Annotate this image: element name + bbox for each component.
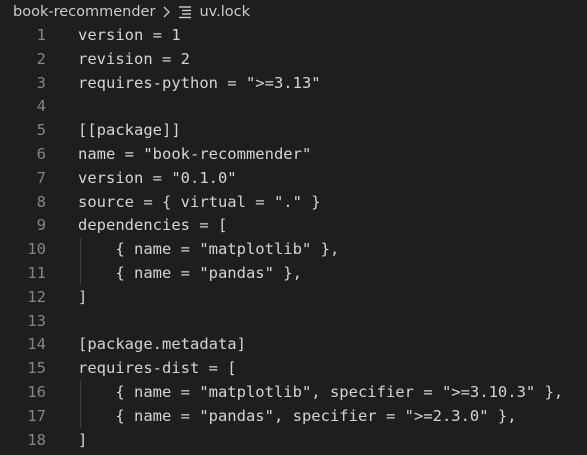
code-line[interactable]: 6 name = "book-recommender" <box>0 143 587 167</box>
code-line[interactable]: 14 [package.metadata] <box>0 333 587 357</box>
code-line[interactable]: 11 { name = "pandas" }, <box>0 262 587 286</box>
line-number: 7 <box>36 168 46 187</box>
line-number: 1 <box>36 26 46 44</box>
code-line[interactable]: 10 { name = "matplotlib" }, <box>0 238 587 262</box>
line-text[interactable]: requires-python = ">=3.13" <box>78 72 321 96</box>
line-number: 11 <box>27 263 46 282</box>
line-number: 8 <box>36 192 46 211</box>
line-text[interactable]: version = "0.1.0" <box>78 167 237 191</box>
line-number: 5 <box>36 121 46 140</box>
line-number: 13 <box>27 311 46 330</box>
code-line[interactable]: 4 <box>0 95 587 119</box>
line-number: 4 <box>36 97 46 116</box>
line-number: 2 <box>36 49 46 68</box>
line-text[interactable]: requires-dist = [ <box>78 357 237 381</box>
line-text[interactable]: [package.metadata] <box>78 333 246 357</box>
code-line[interactable]: 18] <box>0 429 587 453</box>
line-number: 15 <box>27 359 46 378</box>
line-text[interactable]: dependencies = [ <box>78 214 227 238</box>
code-line[interactable]: 5 [[package]] <box>0 119 587 143</box>
line-number: 18 <box>27 430 46 449</box>
line-text[interactable]: source = { virtual = "." } <box>78 191 321 215</box>
line-text[interactable]: [[package]] <box>78 119 181 143</box>
line-number: 6 <box>36 144 46 163</box>
line-text[interactable]: name = "book-recommender" <box>78 143 311 167</box>
code-line[interactable]: 3 requires-python = ">=3.13" <box>0 72 587 96</box>
code-line[interactable]: 15 requires-dist = [ <box>0 357 587 381</box>
code-line[interactable]: 16 { name = "matplotlib", specifier = ">… <box>0 381 587 405</box>
line-text[interactable]: version = 1 <box>78 24 181 48</box>
chevron-right-icon <box>163 6 171 18</box>
list-lines-icon <box>179 6 192 19</box>
line-number: 12 <box>27 287 46 306</box>
line-text[interactable]: { name = "matplotlib" }, <box>78 238 339 262</box>
line-number: 9 <box>36 216 46 235</box>
code-line[interactable]: 9 dependencies = [ <box>0 214 587 238</box>
line-text[interactable]: ] <box>78 286 87 310</box>
breadcrumb-file[interactable]: uv.lock <box>199 4 250 20</box>
code-line[interactable]: 1 version = 1 <box>0 24 587 48</box>
breadcrumb-folder[interactable]: book-recommender <box>13 4 155 20</box>
code-line[interactable]: 13 <box>0 310 587 334</box>
line-text[interactable]: { name = "pandas" }, <box>78 262 302 286</box>
breadcrumb: book-recommender uv.lock <box>0 0 587 24</box>
line-number: 3 <box>36 73 46 92</box>
code-line[interactable]: 2 revision = 2 <box>0 48 587 72</box>
code-line[interactable]: 17 { name = "pandas", specifier = ">=2.3… <box>0 405 587 429</box>
line-number: 16 <box>27 382 46 401</box>
code-line[interactable]: 7 version = "0.1.0" <box>0 167 587 191</box>
line-number: 10 <box>27 240 46 259</box>
code-editor[interactable]: book-recommender uv.lock 1 version = 1 2 re… <box>0 0 587 455</box>
code-line[interactable]: 12] <box>0 286 587 310</box>
line-text[interactable]: revision = 2 <box>78 48 190 72</box>
line-number: 17 <box>27 406 46 425</box>
line-number: 14 <box>27 335 46 354</box>
code-line[interactable]: 8 source = { virtual = "." } <box>0 191 587 215</box>
code-area[interactable]: 1 version = 1 2 revision = 2 3 requires-pytho… <box>0 24 587 452</box>
line-text[interactable]: { name = "matplotlib", specifier = ">=3.… <box>78 381 563 405</box>
line-text[interactable]: ] <box>78 429 87 453</box>
line-text[interactable]: { name = "pandas", specifier = ">=2.3.0"… <box>78 405 516 429</box>
